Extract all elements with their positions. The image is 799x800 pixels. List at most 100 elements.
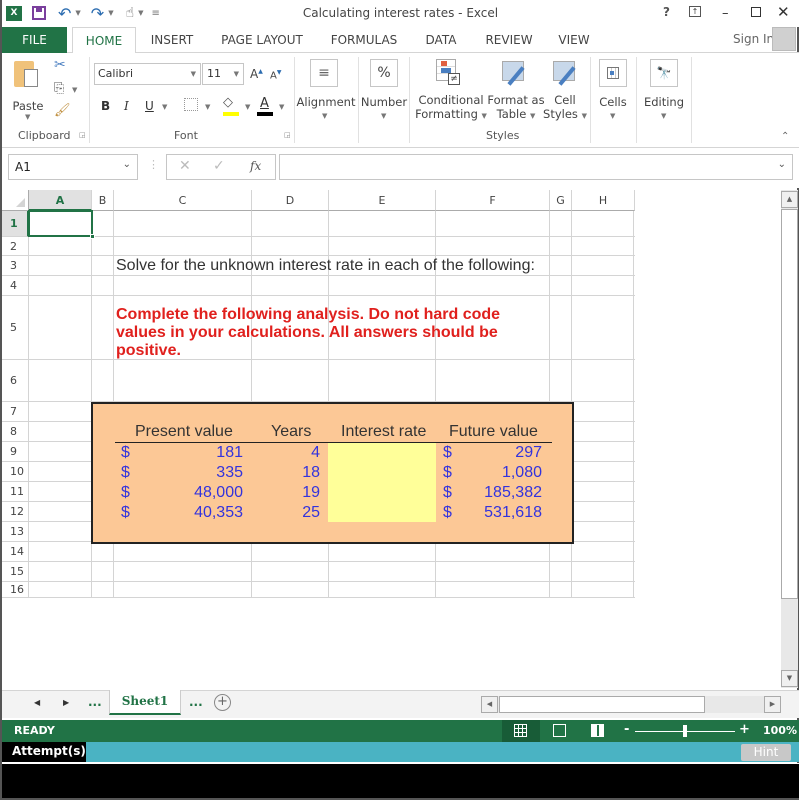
ribbon-display-icon[interactable]: ↑ [689,6,701,17]
font-color-dropdown-icon[interactable]: ▼ [279,103,284,111]
row-header-12[interactable]: 12 [2,502,29,522]
zoom-out-button[interactable]: - [624,722,629,737]
borders-icon[interactable] [184,98,198,111]
alignment-button[interactable]: Alignment [296,95,356,109]
borders-dropdown-icon[interactable]: ▼ [205,103,210,111]
bold-button[interactable]: B [101,99,110,113]
copy-dropdown-icon[interactable]: ▼ [72,86,77,94]
zoom-in-button[interactable]: + [739,722,750,737]
future-value-currency[interactable]: $ [443,464,452,482]
column-header-d[interactable]: D [252,190,329,211]
years-cell[interactable]: 4 [311,444,320,462]
present-value-currency[interactable]: $ [121,504,130,522]
present-value-cell[interactable]: 335 [216,464,243,482]
future-value-cell[interactable]: 531,618 [484,504,542,522]
name-box[interactable]: A1 ⌄ [8,154,138,180]
paste-button[interactable]: Paste ▼ [10,57,46,121]
future-value-cell[interactable]: 1,080 [502,464,542,482]
tab-file[interactable]: FILE [2,27,67,53]
years-cell[interactable]: 19 [302,484,320,502]
decrease-font-icon[interactable]: A▼ [270,69,281,81]
fill-color-dropdown-icon[interactable]: ▼ [245,103,250,111]
vertical-scrollbar[interactable]: ▲ ▼ [781,190,798,688]
fill-handle[interactable] [90,234,95,239]
row-header-5[interactable]: 5 [2,296,29,360]
increase-font-icon[interactable]: A▲ [250,67,263,81]
restore-icon[interactable] [751,7,761,17]
row-header-3[interactable]: 3 [2,256,29,276]
row-header-14[interactable]: 14 [2,542,29,562]
zoom-slider-handle[interactable] [683,725,687,737]
column-header-g[interactable]: G [550,190,572,211]
binoculars-icon[interactable]: 🔭 [650,59,678,87]
close-icon[interactable]: ✕ [777,3,790,21]
column-header-h[interactable]: H [572,190,635,211]
sheet-ellipsis-left[interactable]: ... [88,695,102,709]
help-icon[interactable]: ? [663,5,670,19]
cut-icon[interactable]: ✂ [54,57,66,73]
future-value-cell[interactable]: 297 [515,444,542,462]
collapse-ribbon-icon[interactable]: ⌃ [781,131,789,142]
conditional-formatting-button[interactable]: Conditional Formatting ▼ [412,93,490,123]
present-value-cell[interactable]: 48,000 [194,484,243,502]
number-button[interactable]: Number [360,95,408,109]
cells-icon[interactable] [599,59,627,87]
format-as-table-button[interactable]: Format as Table ▼ [487,93,545,123]
present-value-currency[interactable]: $ [121,484,130,502]
row-header-16[interactable]: 16 [2,582,29,598]
expand-formula-icon[interactable]: ⌄ [778,159,786,170]
tab-insert[interactable]: INSERT [142,27,202,53]
column-header-f[interactable]: F [436,190,550,211]
column-header-e[interactable]: E [329,190,436,211]
italic-button[interactable]: I [124,99,129,113]
sheet-nav-prev[interactable]: ◀ [34,698,40,707]
tab-home[interactable]: HOME [72,27,136,54]
cell-styles-button[interactable]: Cell Styles ▼ [542,93,588,123]
insert-function-icon[interactable]: fx [250,159,261,173]
present-value-cell[interactable]: 40,353 [194,504,243,522]
future-value-currency[interactable]: $ [443,504,452,522]
page-layout-view-icon[interactable] [553,724,566,737]
zoom-level[interactable]: 100% [763,724,797,737]
clipboard-launcher-icon[interactable]: ◲ [79,131,86,139]
row-header-4[interactable]: 4 [2,276,29,296]
underline-button[interactable]: U [145,99,154,113]
interest-rate-input-range[interactable] [328,442,436,522]
scroll-up-button[interactable]: ▲ [781,191,798,208]
scroll-left-button[interactable]: ◀ [481,696,498,713]
present-value-currency[interactable]: $ [121,464,130,482]
number-format-icon[interactable]: % [370,59,398,87]
enter-icon[interactable]: ✓ [213,158,225,174]
sheet-tab-sheet1[interactable]: Sheet1 [109,690,181,715]
hint-button[interactable]: Hint [741,744,791,761]
copy-icon[interactable]: ⎘ [54,81,64,96]
font-color-icon[interactable]: A [260,96,269,111]
underline-dropdown-icon[interactable]: ▼ [162,103,167,111]
formula-bar-grip-icon[interactable]: ⋮ [148,158,159,171]
cells-button[interactable]: Cells [594,95,632,109]
page-break-view-icon[interactable] [591,724,604,737]
row-header-15[interactable]: 15 [2,562,29,582]
font-launcher-icon[interactable]: ◲ [284,131,291,139]
name-box-dropdown-icon[interactable]: ⌄ [123,159,131,170]
years-cell[interactable]: 18 [302,464,320,482]
row-header-11[interactable]: 11 [2,482,29,502]
present-value-currency[interactable]: $ [121,444,130,462]
format-painter-icon[interactable]: 🖌 [54,103,71,118]
scroll-down-button[interactable]: ▼ [781,670,798,687]
horizontal-scroll-thumb[interactable] [499,696,705,713]
row-header-13[interactable]: 13 [2,522,29,542]
tab-view[interactable]: VIEW [552,27,596,53]
font-name-select[interactable]: Calibri ▼ [94,63,201,85]
cancel-icon[interactable]: ✕ [179,158,191,174]
row-header-1[interactable]: 1 [2,211,29,237]
cell-c3-instruction[interactable]: Solve for the unknown interest rate in e… [116,257,535,275]
sign-in-link[interactable]: Sign In [733,32,774,46]
row-header-8[interactable]: 8 [2,422,29,442]
font-size-select[interactable]: 11 ▼ [202,63,244,85]
sheet-ellipsis-right[interactable]: ... [189,695,203,709]
alignment-icon[interactable]: ≡ [310,59,338,87]
row-header-6[interactable]: 6 [2,360,29,402]
sheet-nav-next[interactable]: ▶ [63,698,69,707]
normal-view-button[interactable] [502,720,540,742]
